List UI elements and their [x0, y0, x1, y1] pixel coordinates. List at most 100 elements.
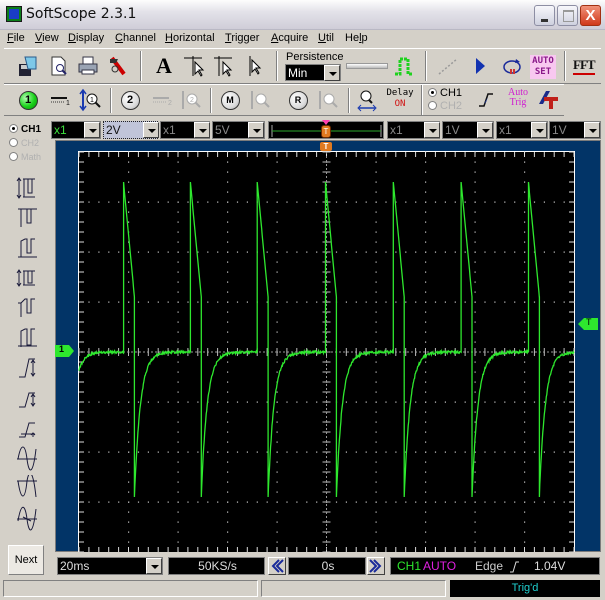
persistence-slider[interactable]	[346, 63, 388, 69]
grid-dot	[178, 422, 179, 423]
grid-dot	[296, 452, 297, 453]
square-wave-icon[interactable]	[392, 54, 416, 78]
position-right-button[interactable]	[367, 557, 385, 575]
position-left-button[interactable]	[268, 557, 286, 575]
grid-dot	[475, 282, 476, 283]
ch2-volts-dropdown[interactable]	[248, 122, 264, 138]
menu-file[interactable]: File	[7, 32, 25, 44]
menu-display[interactable]: Display	[68, 32, 104, 44]
grid-dot	[118, 502, 119, 503]
ch1-toggle-button[interactable]: 1	[16, 88, 40, 112]
ch1-zoom-icon[interactable]: 1	[79, 88, 103, 112]
grid-dot	[277, 262, 278, 263]
grid-dot	[425, 322, 426, 323]
trigger-position-handle[interactable]: T	[321, 125, 331, 138]
grid-dot	[158, 252, 159, 253]
scope-screen[interactable]	[55, 140, 601, 552]
max-icon[interactable]	[15, 295, 41, 321]
ch2-offset-icon[interactable]: 2	[150, 88, 174, 112]
single-shot-icon[interactable]	[500, 54, 524, 78]
print-icon[interactable]	[76, 54, 100, 78]
menu-trigger[interactable]: Trigger	[225, 32, 259, 44]
low-level-icon[interactable]	[15, 235, 41, 261]
tools-icon[interactable]	[106, 54, 130, 78]
grid-dot	[504, 252, 505, 253]
persistence-dropdown-button[interactable]	[324, 65, 340, 81]
grid-dot	[475, 482, 476, 483]
ref-zoom-icon[interactable]	[316, 88, 340, 112]
grid-dot	[257, 402, 258, 403]
roll-mode-icon[interactable]	[436, 54, 460, 78]
menu-channel[interactable]: Channel	[115, 32, 156, 44]
menu-util[interactable]: Util	[318, 32, 334, 44]
next-button[interactable]: Next	[8, 545, 44, 575]
run-icon[interactable]	[468, 54, 492, 78]
cursor-vertical-icon[interactable]	[212, 54, 236, 78]
auto-trig-button[interactable]: Auto Trig	[504, 88, 532, 108]
ch1-volts-dropdown[interactable]	[143, 122, 159, 138]
grid-dot	[475, 392, 476, 393]
text-annotation-icon[interactable]: A	[152, 54, 176, 78]
horizontal-position-display[interactable]: 0s	[288, 557, 366, 575]
maximize-button[interactable]	[557, 5, 578, 26]
trigger-source-ch2[interactable]: CH2	[428, 100, 462, 112]
grid-dot	[534, 502, 535, 503]
cursor-horizontal-icon[interactable]	[182, 54, 206, 78]
ch1-offset-icon[interactable]: 1	[48, 88, 72, 112]
high-level-icon[interactable]	[15, 205, 41, 231]
amplitude-icon[interactable]	[15, 175, 41, 201]
grid-dot	[178, 502, 179, 503]
ch2-zoom-icon[interactable]: 2	[179, 88, 203, 112]
ref-toggle-button[interactable]: R	[286, 88, 310, 112]
math-zoom-icon[interactable]	[248, 88, 272, 112]
trigger-level-icon[interactable]	[536, 88, 560, 112]
horizontal-zoom-icon[interactable]	[356, 88, 380, 112]
grid-dot	[524, 392, 525, 393]
math-volts-a-dropdown[interactable]	[477, 122, 493, 138]
trigger-slope-rising-icon[interactable]	[474, 88, 498, 112]
period-icon[interactable]	[15, 445, 41, 471]
close-button[interactable]: X	[580, 5, 601, 26]
ch1-probe-dropdown[interactable]	[84, 122, 100, 138]
rise-time-icon[interactable]	[15, 355, 41, 381]
toolbar-separator	[348, 88, 350, 113]
ch2-toggle-button[interactable]: 2	[118, 88, 142, 112]
grid-dot	[257, 502, 258, 503]
math-toggle-button[interactable]: M	[218, 88, 242, 112]
math-probe-a-dropdown[interactable]	[424, 122, 440, 138]
ch2-probe-dropdown[interactable]	[194, 122, 210, 138]
grid-dot	[395, 452, 396, 453]
trigger-position-bar[interactable]: T	[268, 121, 384, 139]
trigger-level-marker[interactable]: T	[578, 318, 598, 330]
pointer-icon[interactable]	[242, 54, 266, 78]
fall-time-icon[interactable]	[15, 385, 41, 411]
menu-view[interactable]: View	[35, 32, 59, 44]
ch1-ground-marker[interactable]: 1	[55, 345, 75, 357]
overshoot-icon[interactable]	[15, 415, 41, 441]
print-preview-icon[interactable]	[47, 54, 71, 78]
grid-dot	[197, 402, 198, 403]
peak-to-peak-icon[interactable]	[15, 265, 41, 291]
duty-icon[interactable]	[15, 505, 41, 531]
math-probe-b-dropdown[interactable]	[531, 122, 547, 138]
autoset-button[interactable]: AUTO SET	[530, 55, 556, 79]
save-icon[interactable]	[16, 54, 40, 78]
channel-toolbar: 1 1 1 2 2 2 M R Delay ON CH1 CH2 Auto Tr…	[4, 84, 564, 116]
timebase-dropdown[interactable]	[146, 558, 162, 574]
grid-dot	[475, 342, 476, 343]
fft-button[interactable]: FFT	[573, 57, 595, 75]
grid-dot	[227, 382, 228, 383]
math-volts-b-dropdown[interactable]	[584, 122, 600, 138]
menu-help[interactable]: Help	[345, 32, 368, 44]
radio-ch1[interactable]	[428, 88, 437, 97]
trigger-time-marker[interactable]: T	[320, 142, 332, 151]
grid-dot	[168, 402, 169, 403]
menu-horizontal[interactable]: Horizontal	[165, 32, 215, 44]
frequency-icon[interactable]	[15, 475, 41, 501]
minimize-button[interactable]	[534, 5, 555, 26]
menu-acquire[interactable]: Acquire	[271, 32, 308, 44]
radio-ch2[interactable]	[428, 101, 437, 110]
trigger-source-ch1[interactable]: CH1	[428, 87, 462, 99]
min-icon[interactable]	[15, 325, 41, 351]
delay-button[interactable]: Delay ON	[385, 88, 415, 110]
